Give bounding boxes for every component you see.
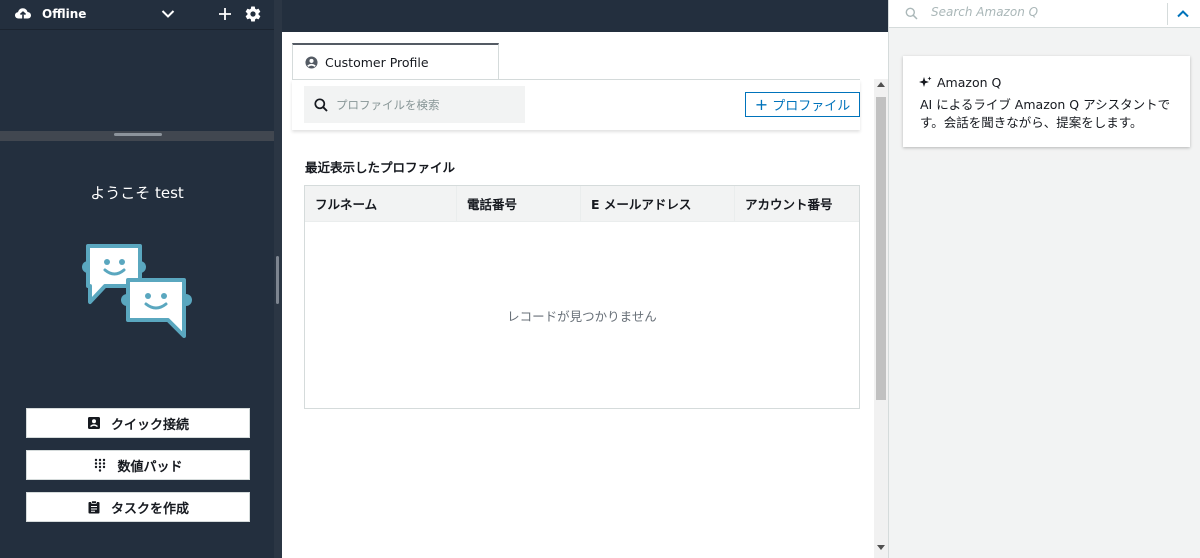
number-pad-label: 数値パッド	[117, 459, 183, 475]
sparkle-icon	[919, 76, 932, 87]
profile-search-input[interactable]	[336, 97, 516, 112]
agent-status-label[interactable]: Offline	[42, 7, 86, 21]
vertical-scrollbar[interactable]	[874, 79, 888, 558]
plus-icon: +	[754, 94, 769, 114]
profile-content: + プロファイル 最近表示したプロファイル フルネーム 電話番号 E メールアド…	[292, 79, 860, 558]
search-icon	[314, 97, 328, 112]
keypad-icon	[95, 458, 106, 472]
add-icon[interactable]	[216, 5, 234, 23]
recent-profiles-table: フルネーム 電話番号 E メールアドレス アカウント番号 レコードが見つかりませ…	[304, 185, 860, 409]
recent-profiles-title: 最近表示したプロファイル	[305, 160, 456, 175]
amazon-q-panel: Amazon Q AI によるライブ Amazon Q アシスタントです。会話を…	[888, 0, 1200, 558]
scroll-down-icon[interactable]	[877, 545, 885, 550]
contact-card-icon	[87, 417, 100, 429]
amazon-q-search-bar	[889, 0, 1200, 28]
clipboard-icon	[88, 500, 100, 514]
quick-connect-label: クイック接続	[110, 417, 189, 433]
add-profile-button[interactable]: + プロファイル	[745, 92, 860, 117]
number-pad-button[interactable]: 数値パッド	[26, 450, 250, 480]
amazon-q-description: AI によるライブ Amazon Q アシスタントです。会話を聞きながら、提案を…	[920, 97, 1171, 130]
column-header-email[interactable]: E メールアドレス	[581, 186, 735, 221]
quick-connect-button[interactable]: クイック接続	[26, 408, 250, 438]
ccp-top-bar: Offline	[0, 0, 274, 30]
table-header: フルネーム 電話番号 E メールアドレス アカウント番号	[305, 186, 859, 222]
chat-bubbles-illustration	[82, 244, 192, 338]
gear-icon[interactable]	[244, 5, 262, 23]
scroll-up-icon[interactable]	[877, 82, 885, 87]
customer-profile-area: Customer Profile + プロファイル 最近表示したプロファイル フ…	[282, 32, 888, 558]
tab-customer-profile[interactable]: Customer Profile	[292, 43, 499, 80]
ccp-panel: Offline ようこそ test クイック接続 数値パッド タスクを作成	[0, 0, 274, 558]
column-header-full-name[interactable]: フルネーム	[305, 186, 457, 221]
profile-toolbar: + プロファイル	[292, 80, 860, 130]
welcome-message: ようこそ test	[90, 184, 184, 202]
center-header-bar	[282, 0, 888, 32]
search-icon	[905, 7, 918, 20]
amazon-q-search-input[interactable]	[931, 5, 1151, 19]
profile-search-box[interactable]	[304, 86, 525, 123]
scrollbar-thumb[interactable]	[876, 97, 886, 400]
ccp-resize-handle[interactable]	[114, 133, 162, 136]
amazon-q-title: Amazon Q	[919, 75, 1001, 90]
empty-table-message: レコードが見つかりません	[507, 309, 657, 324]
create-task-label: タスクを作成	[110, 501, 189, 517]
search-separator	[1167, 3, 1168, 25]
panel-resize-handle[interactable]	[276, 256, 279, 304]
chevron-up-icon[interactable]	[1175, 6, 1191, 22]
amazon-q-title-label: Amazon Q	[937, 75, 1002, 90]
add-profile-label: プロファイル	[772, 99, 851, 114]
ccp-contact-area	[0, 31, 274, 131]
user-circle-icon	[305, 56, 318, 69]
column-header-phone[interactable]: 電話番号	[457, 186, 581, 221]
tab-label: Customer Profile	[325, 55, 429, 70]
create-task-button[interactable]: タスクを作成	[26, 492, 250, 522]
cloud-status-icon	[15, 8, 31, 20]
chevron-down-icon[interactable]	[160, 6, 176, 22]
amazon-q-card: Amazon Q AI によるライブ Amazon Q アシスタントです。会話を…	[903, 56, 1190, 147]
column-header-account-number[interactable]: アカウント番号	[735, 186, 859, 221]
